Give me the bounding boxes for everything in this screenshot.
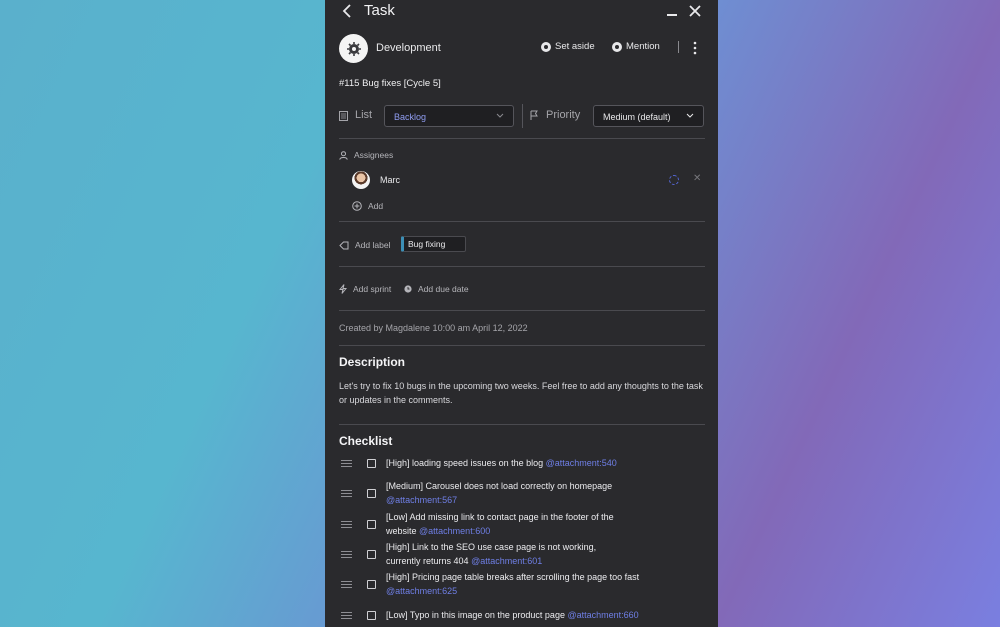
person-icon xyxy=(339,150,348,160)
assignees-label: Assignees xyxy=(354,150,394,160)
attachment-link[interactable]: @attachment:625 xyxy=(386,586,457,596)
drag-handle-icon[interactable] xyxy=(341,612,352,619)
checklist-item-text: [Low] Add missing link to contact page i… xyxy=(386,512,614,536)
attachment-link[interactable]: @attachment:567 xyxy=(386,495,457,505)
chevron-down-icon xyxy=(496,113,504,118)
back-arrow-icon[interactable] xyxy=(341,3,355,19)
label-tag-text: Bug fixing xyxy=(408,239,446,249)
field-divider xyxy=(522,104,523,128)
project-row: Development Set aside Mention xyxy=(339,34,704,63)
avatar xyxy=(352,171,370,189)
checklist-heading: Checklist xyxy=(339,434,393,448)
checklist-item-text: [Medium] Carousel does not load correctl… xyxy=(386,481,613,505)
priority-select[interactable]: Medium (default) xyxy=(593,105,704,127)
divider xyxy=(339,138,705,139)
priority-label: Priority xyxy=(546,109,581,121)
mention-label: Mention xyxy=(626,41,660,52)
drag-handle-icon[interactable] xyxy=(341,551,352,558)
list-priority-row: List Backlog Priority Medium (default) xyxy=(339,104,705,128)
lightning-icon xyxy=(339,284,347,294)
divider xyxy=(339,310,705,311)
checklist-checkbox[interactable] xyxy=(367,489,376,498)
mention-button[interactable]: Mention xyxy=(612,41,660,52)
assignees-header: Assignees xyxy=(339,150,393,160)
drag-handle-icon[interactable] xyxy=(341,490,352,497)
add-sprint-button[interactable]: Add sprint xyxy=(339,284,391,294)
list-icon xyxy=(339,111,348,121)
divider xyxy=(339,266,705,267)
divider xyxy=(339,424,705,425)
add-label-button[interactable]: Add label xyxy=(339,240,390,250)
mention-icon xyxy=(612,41,622,52)
flag-icon xyxy=(530,110,538,120)
list-select[interactable]: Backlog xyxy=(384,105,514,127)
list-label: List xyxy=(355,109,373,121)
list-value: Backlog xyxy=(394,112,427,122)
checklist-checkbox[interactable] xyxy=(367,550,376,559)
checklist-item-text: [Low] Typo in this image on the product … xyxy=(386,610,639,620)
set-aside-button[interactable]: Set aside xyxy=(541,41,595,52)
assignee-row: Marc ✕ xyxy=(352,171,705,189)
checklist-checkbox[interactable] xyxy=(367,459,376,468)
panel-header: Task xyxy=(325,0,718,24)
more-options-icon[interactable] xyxy=(692,40,698,56)
close-icon[interactable] xyxy=(687,3,703,19)
checklist-item-text: [High] Pricing page table breaks after s… xyxy=(386,572,640,596)
assignee-status-icon[interactable] xyxy=(669,175,679,185)
set-aside-icon xyxy=(541,41,551,52)
divider xyxy=(339,345,705,346)
description-body[interactable]: Let's try to fix 10 bugs in the upcoming… xyxy=(339,379,705,407)
drag-handle-icon[interactable] xyxy=(341,581,352,588)
checklist-checkbox[interactable] xyxy=(367,611,376,620)
priority-value: Medium (default) xyxy=(603,112,671,122)
project-logo xyxy=(339,34,368,63)
add-sprint-label: Add sprint xyxy=(353,284,392,294)
tag-icon xyxy=(339,241,349,249)
add-assignee-label: Add xyxy=(368,201,384,211)
set-aside-label: Set aside xyxy=(555,41,595,52)
add-assignee-button[interactable]: Add xyxy=(352,201,383,211)
description-heading: Description xyxy=(339,355,406,369)
chevron-down-icon xyxy=(686,113,694,118)
project-name: Development xyxy=(376,42,441,54)
gear-icon xyxy=(346,41,361,56)
checklist-item-text: [High] Link to the SEO use case page is … xyxy=(386,542,597,566)
attachment-link[interactable]: @attachment:660 xyxy=(567,610,638,620)
assignee-name: Marc xyxy=(380,175,400,185)
add-circle-icon xyxy=(352,201,362,211)
drag-handle-icon[interactable] xyxy=(341,521,352,528)
minimize-icon[interactable] xyxy=(665,4,679,18)
checklist-checkbox[interactable] xyxy=(367,520,376,529)
add-due-date-button[interactable]: Add due date xyxy=(404,284,469,294)
checklist-item-text: [High] loading speed issues on the blog … xyxy=(386,458,617,468)
add-due-date-label: Add due date xyxy=(418,284,469,294)
clock-icon xyxy=(404,285,412,293)
divider xyxy=(339,221,705,222)
remove-assignee-icon[interactable]: ✕ xyxy=(693,173,701,184)
task-panel: Task Development Set aside Mention #115 … xyxy=(325,0,718,627)
attachment-link[interactable]: @attachment:601 xyxy=(471,556,542,566)
drag-handle-icon[interactable] xyxy=(341,460,352,467)
toolbar-divider xyxy=(678,41,679,53)
checklist-checkbox[interactable] xyxy=(367,580,376,589)
attachment-link[interactable]: @attachment:600 xyxy=(419,526,490,536)
add-label-text: Add label xyxy=(355,240,391,250)
attachment-link[interactable]: @attachment:540 xyxy=(546,458,617,468)
panel-title: Task xyxy=(364,2,395,19)
label-tag[interactable]: Bug fixing xyxy=(401,236,466,252)
task-id-title: #115 Bug fixes [Cycle 5] xyxy=(339,78,441,89)
created-info: Created by Magdalene 10:00 am April 12, … xyxy=(339,323,528,333)
